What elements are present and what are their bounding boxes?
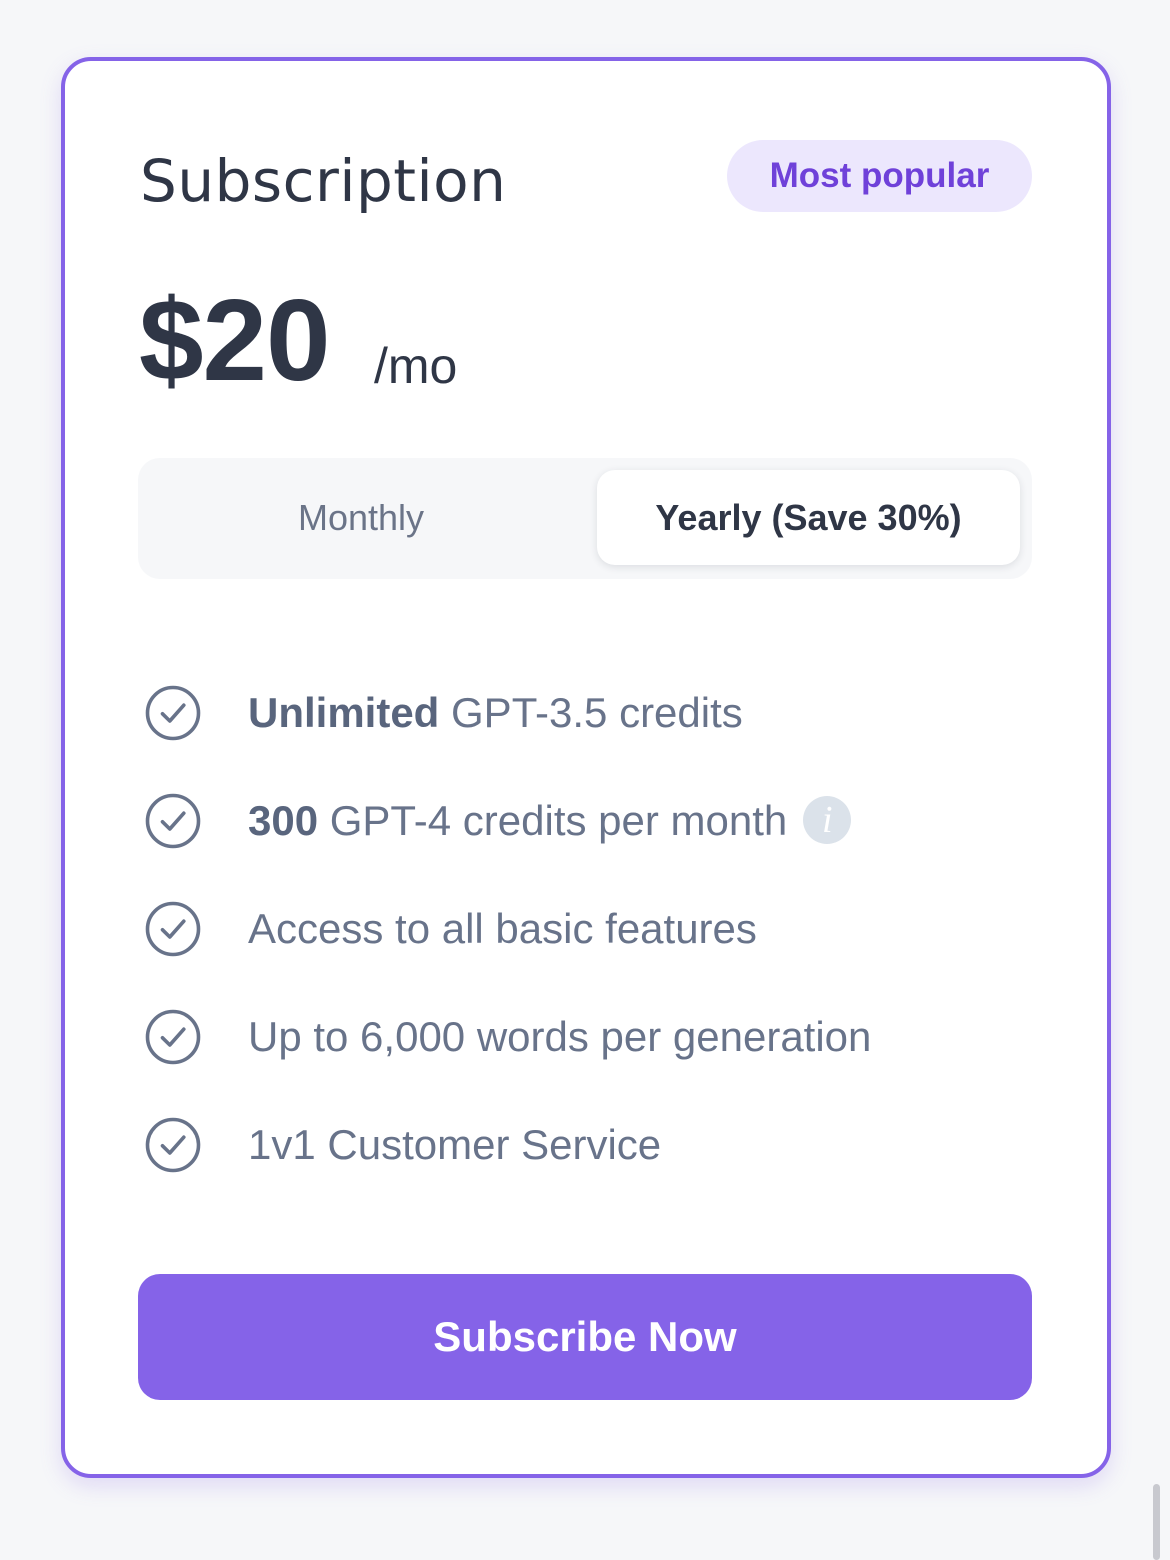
feature-text: 1v1 Customer Service bbox=[248, 1121, 662, 1168]
price-unit: /mo bbox=[374, 338, 458, 394]
subscribe-now-button[interactable]: Subscribe Now bbox=[138, 1274, 1032, 1400]
feature-item: 1v1 Customer Service bbox=[145, 1113, 1005, 1221]
check-circle-icon bbox=[145, 793, 201, 849]
feature-item: Up to 6,000 words per generation bbox=[145, 1005, 1005, 1113]
page-scrollbar[interactable] bbox=[1153, 1484, 1160, 1560]
feature-text: 300 GPT-4 credits per month i bbox=[248, 793, 852, 849]
feature-text: Up to 6,000 words per generation bbox=[248, 1013, 872, 1060]
feature-highlight: 300 bbox=[248, 797, 319, 844]
feature-description: GPT-3.5 credits bbox=[439, 689, 743, 736]
check-circle-icon bbox=[145, 1009, 201, 1065]
billing-monthly-option[interactable]: Monthly bbox=[138, 470, 584, 565]
plan-title: Subscription bbox=[140, 147, 507, 215]
check-circle-icon bbox=[145, 1117, 201, 1173]
feature-item: 300 GPT-4 credits per month i bbox=[145, 789, 1005, 897]
price-amount: $20 bbox=[139, 275, 331, 405]
feature-text: Unlimited GPT-3.5 credits bbox=[248, 685, 743, 741]
billing-yearly-option[interactable]: Yearly (Save 30%) bbox=[597, 470, 1020, 565]
feature-item: Access to all basic features bbox=[145, 897, 1005, 1005]
feature-highlight: Unlimited bbox=[248, 689, 440, 736]
pricing-card: Subscription Most popular $20 /mo Monthl… bbox=[61, 57, 1111, 1478]
billing-period-toggle: Monthly Yearly (Save 30%) bbox=[138, 458, 1032, 579]
feature-list: Unlimited GPT-3.5 credits 300 GPT-4 cred… bbox=[145, 681, 1005, 1221]
feature-text: Access to all basic features bbox=[248, 905, 757, 952]
feature-description: GPT-4 credits per month bbox=[318, 797, 788, 844]
most-popular-badge: Most popular bbox=[727, 140, 1032, 212]
check-circle-icon bbox=[145, 901, 201, 957]
feature-item: Unlimited GPT-3.5 credits bbox=[145, 681, 1005, 789]
check-circle-icon bbox=[145, 685, 201, 741]
info-icon[interactable]: i bbox=[803, 796, 852, 845]
